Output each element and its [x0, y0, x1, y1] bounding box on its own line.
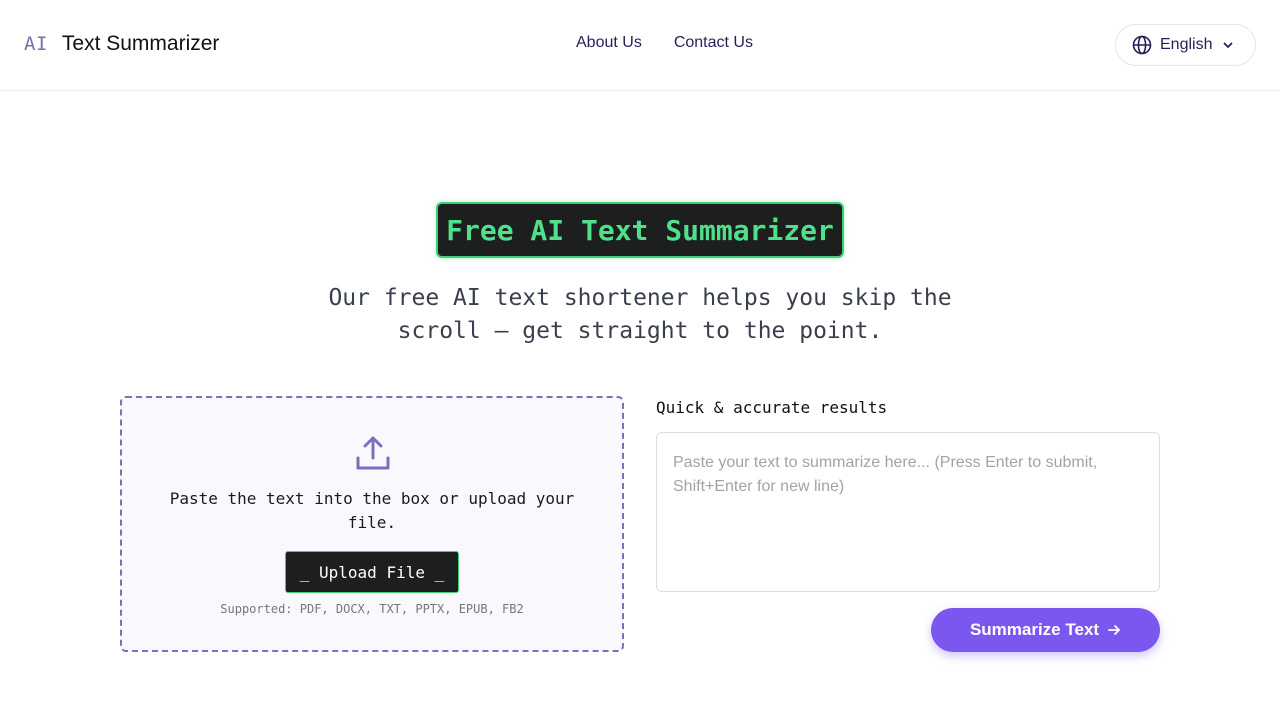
nav-about-us[interactable]: About Us	[576, 34, 642, 52]
upload-icon	[354, 434, 392, 472]
globe-icon	[1132, 35, 1152, 55]
upload-file-button[interactable]: _ Upload File _	[285, 551, 459, 593]
logo-mark: AI	[24, 33, 48, 55]
language-selector[interactable]: English	[1115, 24, 1256, 66]
file-dropzone[interactable]: Paste the text into the box or upload yo…	[120, 396, 624, 652]
summarize-button[interactable]: Summarize Text	[931, 608, 1160, 652]
logo-text: Text Summarizer	[61, 32, 220, 55]
hero-title-badge: Free AI Text Summarizer	[436, 202, 844, 258]
site-header: AI Text Summarizer About Us Contact Us E…	[0, 0, 1280, 91]
input-label: Quick & accurate results	[656, 398, 888, 417]
page-title: Free AI Text Summarizer	[446, 213, 834, 247]
upload-instruction: Paste the text into the box or upload yo…	[169, 489, 575, 532]
nav-contact-us[interactable]: Contact Us	[674, 34, 753, 52]
hero-subtitle: Our free AI text shortener helps you ski…	[328, 285, 952, 344]
chevron-down-icon	[1222, 39, 1234, 51]
main-nav: About Us Contact Us	[576, 34, 753, 52]
text-input[interactable]	[656, 432, 1160, 592]
supported-formats: Supported: PDF, DOCX, TXT, PPTX, EPUB, F…	[220, 602, 524, 616]
summarize-label: Summarize Text	[969, 620, 1100, 639]
logo[interactable]: AI Text Summarizer	[24, 32, 219, 56]
upload-file-label: _ Upload File _	[299, 562, 445, 582]
language-label: English	[1160, 36, 1213, 53]
arrow-right-icon	[1107, 623, 1121, 637]
